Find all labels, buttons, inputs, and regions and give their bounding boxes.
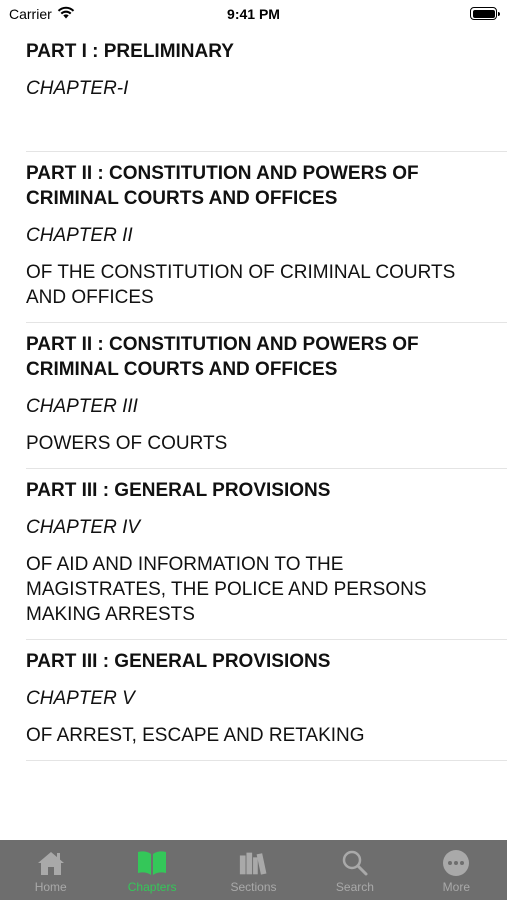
chapter-list-item[interactable]: PART II : CONSTITUTION AND POWERS OF CRI… bbox=[26, 323, 507, 469]
part-title: PART II : CONSTITUTION AND POWERS OF CRI… bbox=[26, 334, 419, 380]
chapter-description: OF THE CONSTITUTION OF CRIMINAL COURTS A… bbox=[26, 262, 456, 308]
chapter-list-item[interactable]: PART III : GENERAL PROVISIONS CHAPTER IV… bbox=[26, 469, 507, 640]
chapter-number: CHAPTER II bbox=[26, 225, 133, 246]
tab-label: Chapters bbox=[127, 880, 177, 894]
chapter-list-item[interactable]: PART I : PRELIMINARY CHAPTER-I bbox=[26, 30, 507, 152]
chapter-number: CHAPTER V bbox=[26, 688, 135, 709]
tab-home[interactable]: Home bbox=[0, 840, 101, 900]
tab-label: Home bbox=[34, 880, 67, 894]
chapter-list-item[interactable]: PART III : GENERAL PROVISIONS CHAPTER V … bbox=[26, 640, 507, 761]
part-title: PART III : GENERAL PROVISIONS bbox=[26, 651, 331, 672]
part-title: PART II : CONSTITUTION AND POWERS OF CRI… bbox=[26, 163, 419, 209]
screen: Carrier 9:41 PM PART I : PRELIMINARY CHA… bbox=[0, 0, 507, 900]
chapter-number: CHAPTER IV bbox=[26, 517, 141, 538]
chapter-list: PART I : PRELIMINARY CHAPTER-I PART II :… bbox=[0, 30, 507, 761]
chapter-number: CHAPTER III bbox=[26, 396, 138, 417]
chapter-list-item[interactable]: PART II : CONSTITUTION AND POWERS OF CRI… bbox=[26, 152, 507, 323]
status-bar: Carrier 9:41 PM bbox=[0, 0, 507, 28]
tab-label: Search bbox=[335, 880, 374, 894]
tab-chapters[interactable]: Chapters bbox=[101, 840, 202, 900]
tab-search[interactable]: Search bbox=[304, 840, 405, 900]
books-icon bbox=[238, 848, 270, 878]
more-icon bbox=[440, 848, 472, 878]
tab-sections[interactable]: Sections bbox=[203, 840, 304, 900]
chapter-number: CHAPTER-I bbox=[26, 78, 129, 99]
book-icon bbox=[136, 848, 168, 878]
status-time: 9:41 PM bbox=[227, 6, 280, 22]
chapter-description: OF AID AND INFORMATION TO THE MAGISTRATE… bbox=[26, 554, 427, 625]
tab-more[interactable]: More bbox=[406, 840, 507, 900]
tab-label: Sections bbox=[230, 880, 277, 894]
search-icon bbox=[339, 848, 371, 878]
part-title: PART III : GENERAL PROVISIONS bbox=[26, 480, 331, 501]
tab-label: More bbox=[442, 880, 470, 894]
battery-icon bbox=[470, 7, 500, 20]
chapter-description: POWERS OF COURTS bbox=[26, 433, 228, 454]
part-title: PART I : PRELIMINARY bbox=[26, 41, 234, 62]
home-icon bbox=[35, 848, 67, 878]
chapter-description: OF ARREST, ESCAPE AND RETAKING bbox=[26, 725, 365, 746]
tab-bar: Home Chapters Sections Search More bbox=[0, 840, 507, 900]
